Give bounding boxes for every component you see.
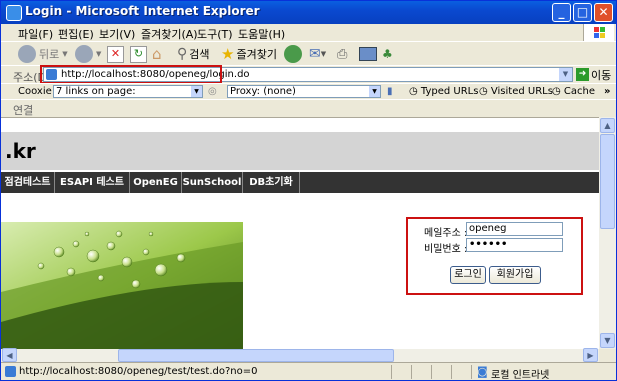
history-icon (284, 45, 302, 63)
print-icon: ⎙ (337, 46, 348, 62)
links-select[interactable]: 7 links on page: ▼ (53, 85, 203, 98)
vertical-scrollbar[interactable]: ▲ ▼ (599, 117, 616, 349)
favorites-label: 즐겨찾기 (236, 48, 277, 61)
proxy-select[interactable]: Proxy: (none) ▼ (227, 85, 381, 98)
chevron-right-icon[interactable]: » (604, 86, 610, 97)
menu-file[interactable]: 파일(F) (18, 26, 53, 42)
maximize-button[interactable]: □ (573, 3, 592, 22)
links-toolbar: Cooxie ▾ 7 links on page: ▼ ◎ Proxy: (no… (1, 83, 616, 100)
proxy-icon: ◎ (208, 86, 217, 97)
favorites-button[interactable]: ★ 즐겨찾기 (221, 44, 277, 64)
go-arrow-icon: ➜ (576, 68, 589, 81)
forward-arrow-icon (75, 45, 93, 63)
scroll-down-icon[interactable]: ▼ (600, 333, 615, 348)
standard-toolbar: 뒤로 ▼ ▼ ✕ ↻ ⌂ ⚲ 검색 ★ 즐겨찾기 ✉ ▼ ⎙ ♣ (1, 41, 616, 66)
password-field[interactable]: •••••• (466, 238, 563, 252)
search-label: 검색 (189, 48, 210, 61)
messenger-icon: ♣ (382, 47, 393, 61)
nav-esapi-test[interactable]: ESAPI 테스트 (55, 172, 130, 193)
horizontal-scrollbar[interactable]: ◀ ▶ (1, 348, 599, 362)
history-button[interactable] (284, 44, 305, 64)
menu-tools[interactable]: 도구(T) (197, 26, 233, 42)
site-title: .kr (5, 139, 36, 163)
browser-window: Login - Microsoft Internet Explorer _ □ … (0, 0, 617, 381)
nav-openeg[interactable]: OpenEG (130, 172, 182, 193)
home-icon: ⌂ (152, 45, 162, 63)
address-bar: 주소(D) http://localhost:8080/openeg/login… (1, 65, 616, 84)
go-label: 이동 (591, 68, 612, 82)
visited-urls-button[interactable]: ◷ Visited URLs (479, 86, 553, 97)
intranet-icon: ◙ (477, 365, 488, 378)
bookmark-icon[interactable]: ▮ (387, 86, 393, 97)
horizontal-scroll-thumb[interactable] (118, 349, 394, 362)
back-label: 뒤로 (39, 48, 60, 61)
refresh-icon: ↻ (130, 45, 147, 63)
scroll-left-icon[interactable]: ◀ (2, 348, 17, 362)
minimize-button[interactable]: _ (552, 3, 571, 22)
refresh-button[interactable]: ↻ (130, 44, 147, 64)
title-bar[interactable]: Login - Microsoft Internet Explorer _ □ … (1, 1, 616, 24)
typed-urls-button[interactable]: ◷ Typed URLs (409, 86, 478, 97)
password-label: 비밀번호 : (424, 244, 468, 255)
nav-sunschool[interactable]: SunSchool (182, 172, 243, 193)
ie-page-icon (6, 5, 22, 21)
menu-help[interactable]: 도움말(H) (238, 26, 285, 42)
stop-button[interactable]: ✕ (107, 44, 124, 64)
connection-bar: 연결 (1, 99, 616, 117)
back-button[interactable]: 뒤로 ▼ (18, 44, 68, 64)
edit-icon (359, 47, 377, 61)
scroll-right-icon[interactable]: ▶ (583, 348, 598, 362)
mail-icon: ✉ (309, 46, 321, 62)
menu-favorites[interactable]: 즐겨찾기(A) (141, 26, 198, 42)
email-label: 메일주소 : (424, 228, 468, 239)
menu-view[interactable]: 보기(V) (99, 26, 135, 42)
url-highlight-box (40, 65, 222, 84)
status-url: http://localhost:8080/openeg/test/test.d… (19, 366, 258, 377)
register-button[interactable]: 회원가입 (489, 266, 541, 284)
address-dropdown-icon[interactable]: ▼ (559, 68, 572, 81)
mail-button[interactable]: ✉ ▼ (309, 44, 326, 64)
vertical-scroll-thumb[interactable] (600, 134, 615, 229)
back-arrow-icon (18, 45, 36, 63)
menu-edit[interactable]: 편집(E) (58, 26, 94, 42)
nav-db-init[interactable]: DB초기화 (243, 172, 300, 193)
home-button[interactable]: ⌂ (152, 44, 162, 64)
menu-bar: 파일(F) 편집(E) 보기(V) 즐겨찾기(A) 도구(T) 도움말(H) (1, 24, 616, 41)
scroll-up-icon[interactable]: ▲ (600, 118, 615, 133)
email-field[interactable]: openeg (466, 222, 563, 236)
site-banner: .kr (1, 132, 599, 170)
stop-icon: ✕ (107, 45, 124, 63)
close-button[interactable]: ✕ (594, 3, 613, 22)
nav-check-test[interactable]: 점검테스트 (1, 172, 55, 193)
status-page-icon (5, 366, 16, 377)
cache-button[interactable]: ◷ Cache (552, 86, 595, 97)
windows-logo-icon (583, 24, 614, 41)
page-content: .kr 점검테스트 ESAPI 테스트 OpenEG SunSchool DB초… (1, 117, 599, 350)
status-bar: http://localhost:8080/openeg/test/test.d… (1, 362, 616, 381)
connection-label: 연결 (13, 104, 34, 117)
leaf-waterdrop-image (1, 222, 243, 350)
print-button[interactable]: ⎙ (337, 44, 347, 64)
window-title: Login - Microsoft Internet Explorer (25, 4, 260, 18)
forward-button[interactable]: ▼ (75, 44, 101, 64)
security-zone: 로컬 인트라넷 (491, 370, 550, 381)
edit-button[interactable] (359, 44, 377, 64)
login-button[interactable]: 로그인 (450, 266, 486, 284)
star-icon: ★ (221, 45, 235, 63)
site-nav: 점검테스트 ESAPI 테스트 OpenEG SunSchool DB초기화 (1, 172, 599, 193)
search-button[interactable]: ⚲ 검색 (177, 44, 210, 64)
go-button[interactable]: ➜ 이동 (576, 67, 611, 82)
messenger-button[interactable]: ♣ (382, 44, 393, 64)
search-icon: ⚲ (177, 46, 188, 62)
